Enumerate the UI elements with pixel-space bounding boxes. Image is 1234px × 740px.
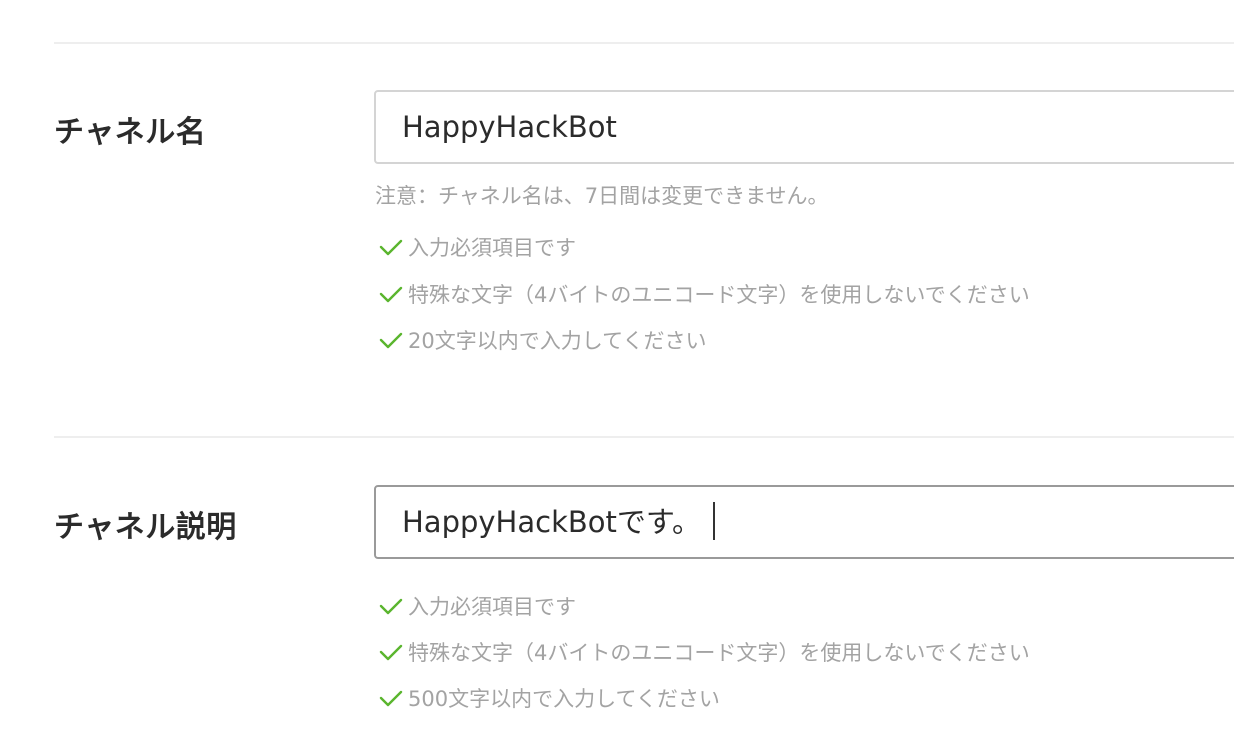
rule-text: 特殊な文字（4バイトのユニコード文字）を使用しないでください <box>408 641 1030 665</box>
channel-description-rule-required: 入力必須項目です <box>378 591 576 621</box>
channel-name-label: チャネル名 <box>54 115 207 150</box>
channel-name-rule-special-chars: 特殊な文字（4バイトのユニコード文字）を使用しないでください <box>378 279 1030 309</box>
rule-text: 20文字以内で入力してください <box>408 329 707 353</box>
check-icon <box>379 239 403 256</box>
rule-text: 500文字以内で入力してください <box>408 687 720 711</box>
channel-name-note: 注意：チャネル名は、7日間は変更できません。 <box>375 184 829 208</box>
check-icon <box>379 644 403 661</box>
section-divider-top <box>54 42 1234 44</box>
rule-text: 特殊な文字（4バイトのユニコード文字）を使用しないでください <box>408 283 1030 307</box>
check-icon <box>379 598 403 615</box>
check-icon <box>379 332 403 349</box>
channel-name-input-value: HappyHackBot <box>402 110 617 144</box>
check-icon <box>379 690 403 707</box>
text-caret <box>712 502 715 540</box>
channel-name-rule-max-length: 20文字以内で入力してください <box>378 325 706 355</box>
check-icon <box>379 286 403 303</box>
channel-description-rule-max-length: 500文字以内で入力してください <box>378 683 720 713</box>
channel-name-input[interactable]: HappyHackBot <box>374 90 1234 164</box>
channel-name-rule-required: 入力必須項目です <box>378 232 576 262</box>
channel-description-rule-special-chars: 特殊な文字（4バイトのユニコード文字）を使用しないでください <box>378 637 1030 667</box>
channel-description-label: チャネル説明 <box>54 510 237 545</box>
section-divider-middle <box>54 436 1234 438</box>
channel-description-input-value: HappyHackBotです。 <box>402 505 701 539</box>
channel-description-input[interactable]: HappyHackBotです。 <box>374 485 1234 559</box>
rule-text: 入力必須項目です <box>408 236 576 260</box>
rule-text: 入力必須項目です <box>408 595 576 619</box>
